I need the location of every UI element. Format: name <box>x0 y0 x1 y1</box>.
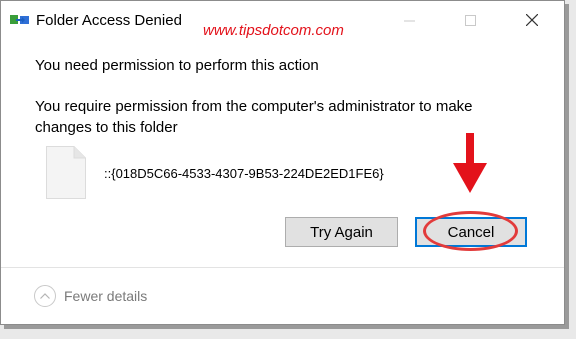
try-again-button[interactable]: Try Again <box>285 217 398 247</box>
fewer-details-toggle[interactable]: Fewer details <box>34 285 147 307</box>
permission-heading: You need permission to perform this acti… <box>35 57 319 74</box>
watermark-text: www.tipsdotcom.com <box>203 22 344 39</box>
folder-move-icon <box>10 15 29 24</box>
folder-id-text: ::{018D5C66-4533-4307-9B53-224DE2ED1FE6} <box>104 166 384 181</box>
title-bar[interactable]: Folder Access Denied www.tipsdotcom.com <box>1 1 564 39</box>
close-button[interactable] <box>509 1 555 39</box>
window-title: Folder Access Denied <box>36 12 182 29</box>
fewer-details-label: Fewer details <box>64 288 148 304</box>
file-icon <box>46 146 86 199</box>
folder-access-dialog: Folder Access Denied www.tipsdotcom.com … <box>0 0 565 325</box>
red-arrow-icon <box>453 133 487 193</box>
cancel-highlight-ring <box>423 211 518 251</box>
permission-description: You require permission from the computer… <box>35 98 473 136</box>
chevron-up-icon <box>34 285 56 307</box>
minimize-button[interactable] <box>386 1 432 39</box>
minimize-icon <box>403 20 415 21</box>
maximize-button[interactable] <box>447 1 493 39</box>
footer-divider <box>1 267 564 268</box>
close-icon <box>526 14 538 26</box>
maximize-icon <box>464 14 476 26</box>
